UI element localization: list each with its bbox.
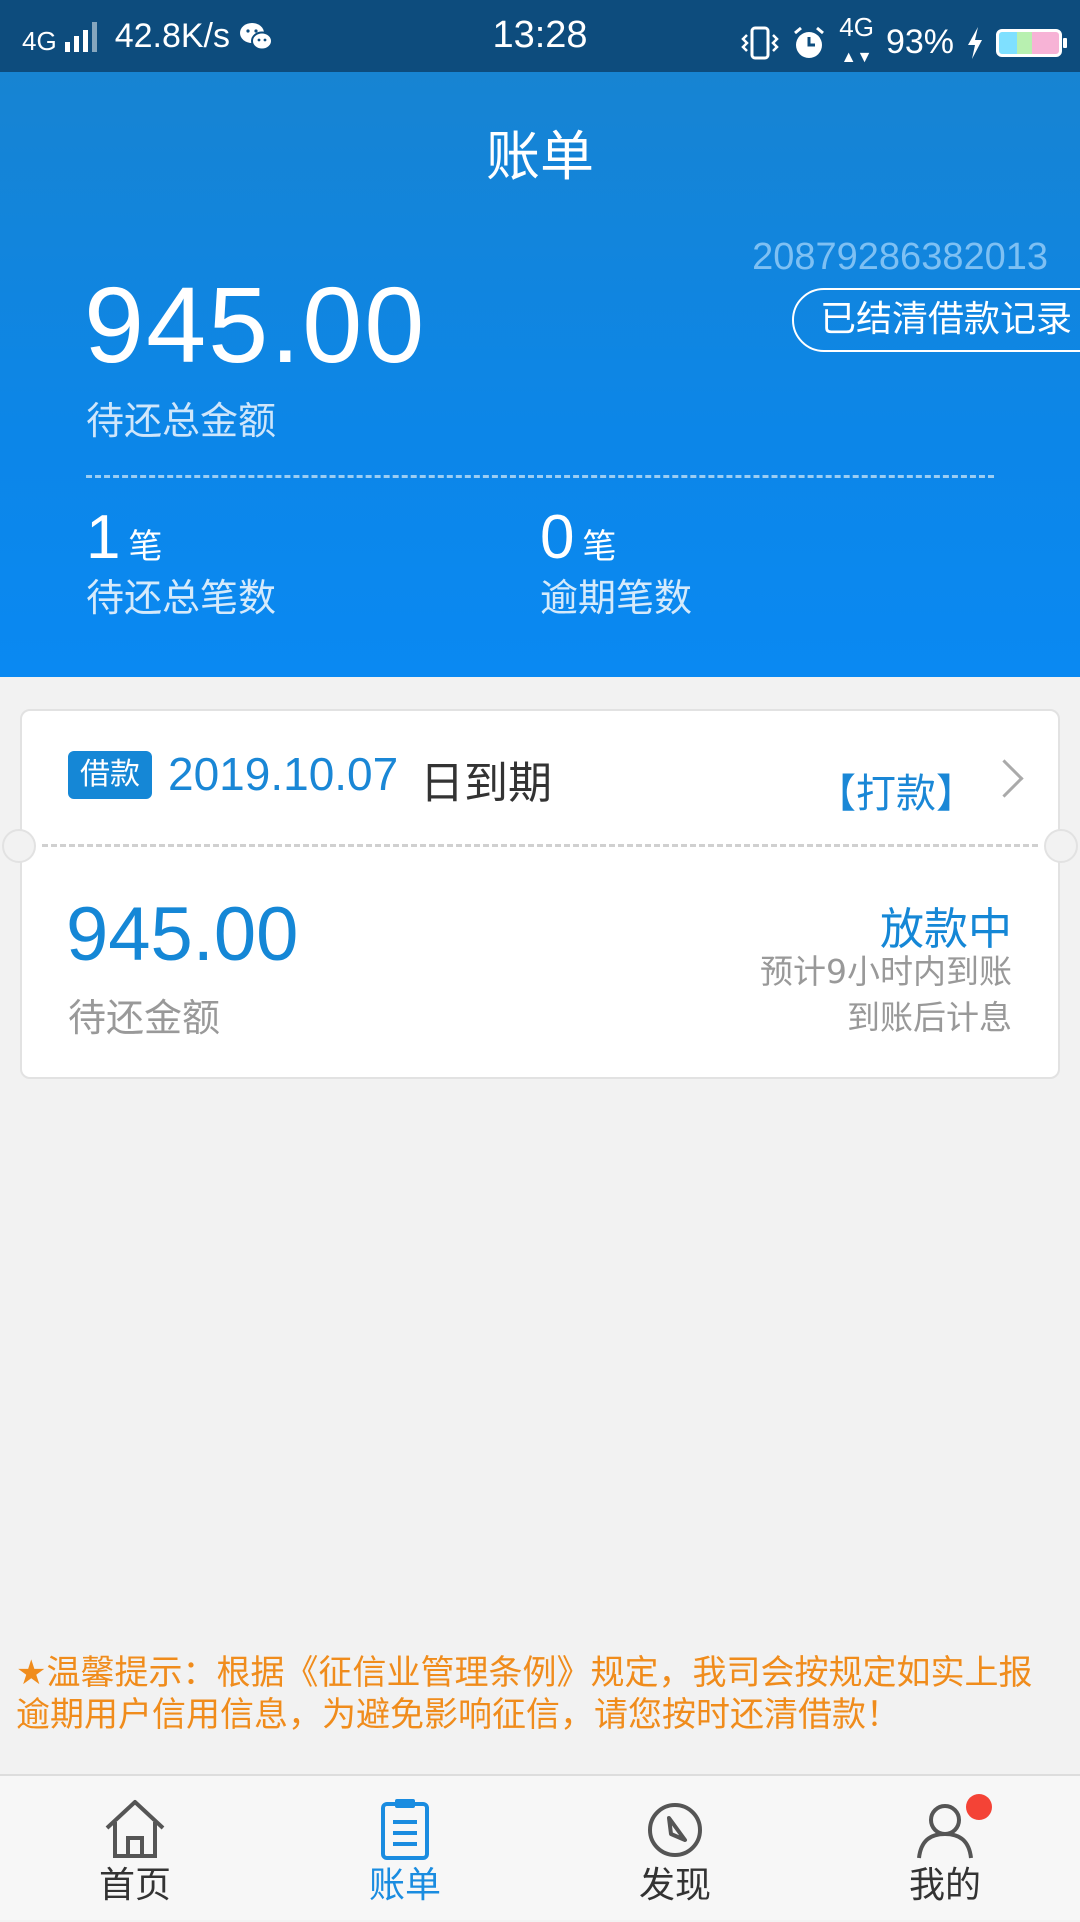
page-title: 账单 (486, 125, 594, 188)
account-number: 20879286382013 (752, 236, 1048, 278)
loan-card[interactable]: 借款 2019.10.07 日到期 【打款】 945.00 待还金额 放款中 预… (2, 709, 1078, 1079)
overdue-unit: 笔 (582, 527, 617, 567)
due-suffix: 日到期 (420, 758, 552, 809)
loan-amount-label: 待还金额 (68, 996, 221, 1040)
pending-count-stat: 1笔 待还总笔数 (86, 502, 276, 622)
tab-discover-label: 发现 (638, 1865, 711, 1906)
notification-badge (966, 1794, 992, 1820)
tab-bills-label: 账单 (368, 1865, 441, 1906)
tab-home-label: 首页 (98, 1865, 171, 1906)
card-notch-right (1044, 829, 1078, 863)
card-divider (42, 844, 1038, 847)
chevron-right-icon[interactable] (985, 759, 1024, 798)
loan-tag: 借款 (68, 751, 152, 799)
overdue-count-stat: 0笔 逾期笔数 (540, 502, 692, 622)
pending-count-label: 待还总笔数 (86, 576, 277, 620)
tab-profile-label: 我的 (908, 1865, 981, 1906)
total-outstanding-amount: 945.00 (84, 264, 427, 385)
due-date: 2019.10.07 (168, 748, 399, 800)
tab-bills[interactable]: 账单 (270, 1776, 540, 1922)
status-bar: 4G 42.8K/s 13:28 4G ▲▼ 93% (0, 0, 1080, 72)
overdue-count-label: 逾期笔数 (540, 576, 693, 620)
loan-note-interest: 到账后计息 (847, 998, 1012, 1037)
overdue-count: 0 (540, 503, 575, 572)
compass-icon (648, 1803, 702, 1857)
pending-unit: 笔 (128, 527, 163, 567)
divider (86, 475, 994, 478)
alarm-icon (794, 26, 825, 58)
bill-icon (381, 1799, 429, 1860)
pending-count: 1 (86, 503, 121, 572)
loan-note-eta: 预计9小时内到账 (760, 952, 1012, 991)
network-type-right: 4G ▲▼ (839, 12, 874, 66)
tab-discover[interactable]: 发现 (540, 1776, 810, 1922)
vibrate-icon (741, 26, 780, 59)
charging-icon (968, 26, 982, 59)
bill-summary-header: 账单 20879286382013 已结清借款记录 945.00 待还总金额 1… (0, 72, 1080, 677)
battery-percent: 93% (885, 23, 954, 61)
disbursement-link[interactable]: 【打款】 (816, 761, 976, 819)
tab-home[interactable]: 首页 (0, 1776, 270, 1922)
total-outstanding-label: 待还总金额 (86, 399, 277, 443)
battery-icon (996, 28, 1067, 57)
settled-loans-button[interactable]: 已结清借款记录 (792, 288, 1080, 352)
home-icon (105, 1800, 165, 1858)
credit-reminder-tip: ★温馨提示：根据《征信业管理条例》规定，我司会按规定如实上报逾期用户信用信息，为… (16, 1653, 1033, 1735)
bottom-tab-bar: 首页 账单 发现 我的 (0, 1774, 1080, 1920)
card-notch-left (2, 829, 36, 863)
tab-profile[interactable]: 我的 (810, 1776, 1080, 1922)
loan-amount: 945.00 (66, 892, 299, 977)
